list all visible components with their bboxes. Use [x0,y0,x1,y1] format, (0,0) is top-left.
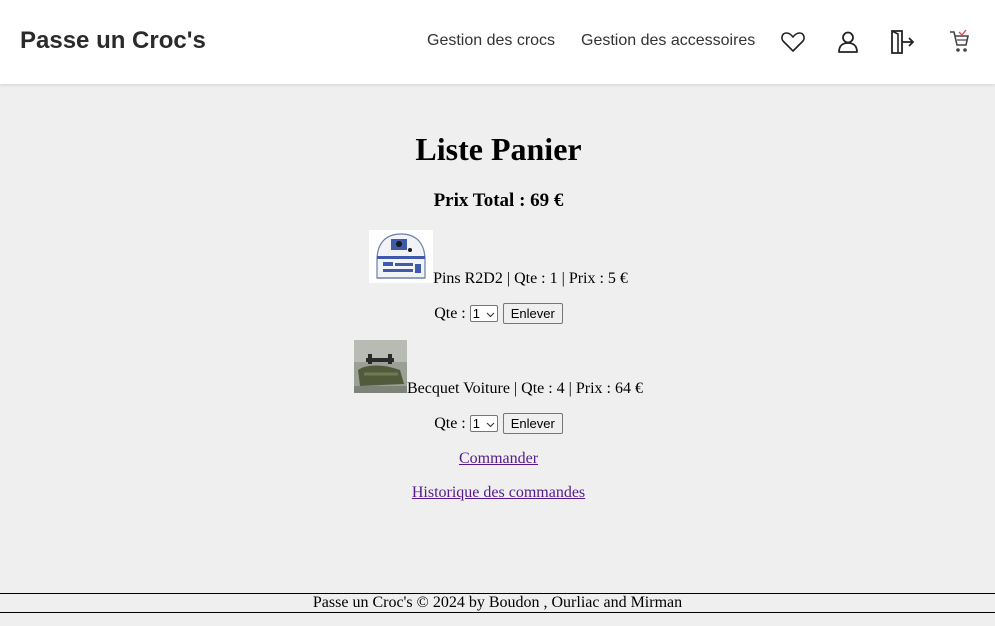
history-link-row: Historique des commandes [0,484,995,502]
order-history-link[interactable]: Historique des commandes [412,484,585,501]
qty-select-value: 1 [472,306,480,321]
remove-button[interactable]: Enlever [502,413,563,434]
remove-button[interactable]: Enlever [502,303,563,324]
qty-select[interactable]: 1 [469,305,498,322]
cart-item: Becquet Voiture | Qte : 4 | Prix : 64 € [0,340,995,398]
cart-icon[interactable] [945,28,973,56]
qty-select-value: 1 [472,416,480,431]
qty-row: Qte : 1 Enlever [0,303,995,324]
user-icon[interactable] [834,28,862,56]
heart-icon[interactable] [779,28,807,56]
item-details: Pins R2D2 | Qte : 1 | Prix : 5 € [433,270,628,287]
order-link[interactable]: Commander [459,450,538,467]
chevron-down-icon [486,416,495,431]
qty-row: Qte : 1 Enlever [0,413,995,434]
logout-icon[interactable] [889,28,917,56]
item-image-becquet [353,340,407,398]
item-image-r2d2 [369,230,434,288]
qty-label: Qte : [434,304,466,322]
item-details: Becquet Voiture | Qte : 4 | Prix : 64 € [406,380,643,397]
item-line: Becquet Voiture | Qte : 4 | Prix : 64 € [0,340,995,398]
chevron-down-icon [486,306,495,321]
cart-item: Pins R2D2 | Qte : 1 | Prix : 5 € [0,230,995,288]
nav-link-accessoires[interactable]: Gestion des accessoires [581,32,755,50]
brand-link[interactable]: Passe un Croc's [20,27,206,55]
footer: Passe un Croc's © 2024 by Boudon , Ourli… [0,593,995,613]
qty-label: Qte : [434,414,466,432]
item-line: Pins R2D2 | Qte : 1 | Prix : 5 € [0,230,995,288]
page-title: Liste Panier [415,131,582,167]
total-price: Prix Total : 69 € [433,190,564,211]
qty-select[interactable]: 1 [469,415,498,432]
order-link-row: Commander [0,450,995,468]
nav-link-crocs[interactable]: Gestion des crocs [427,32,555,50]
top-navbar: Passe un Croc's Gestion des crocs Gestio… [0,0,995,84]
